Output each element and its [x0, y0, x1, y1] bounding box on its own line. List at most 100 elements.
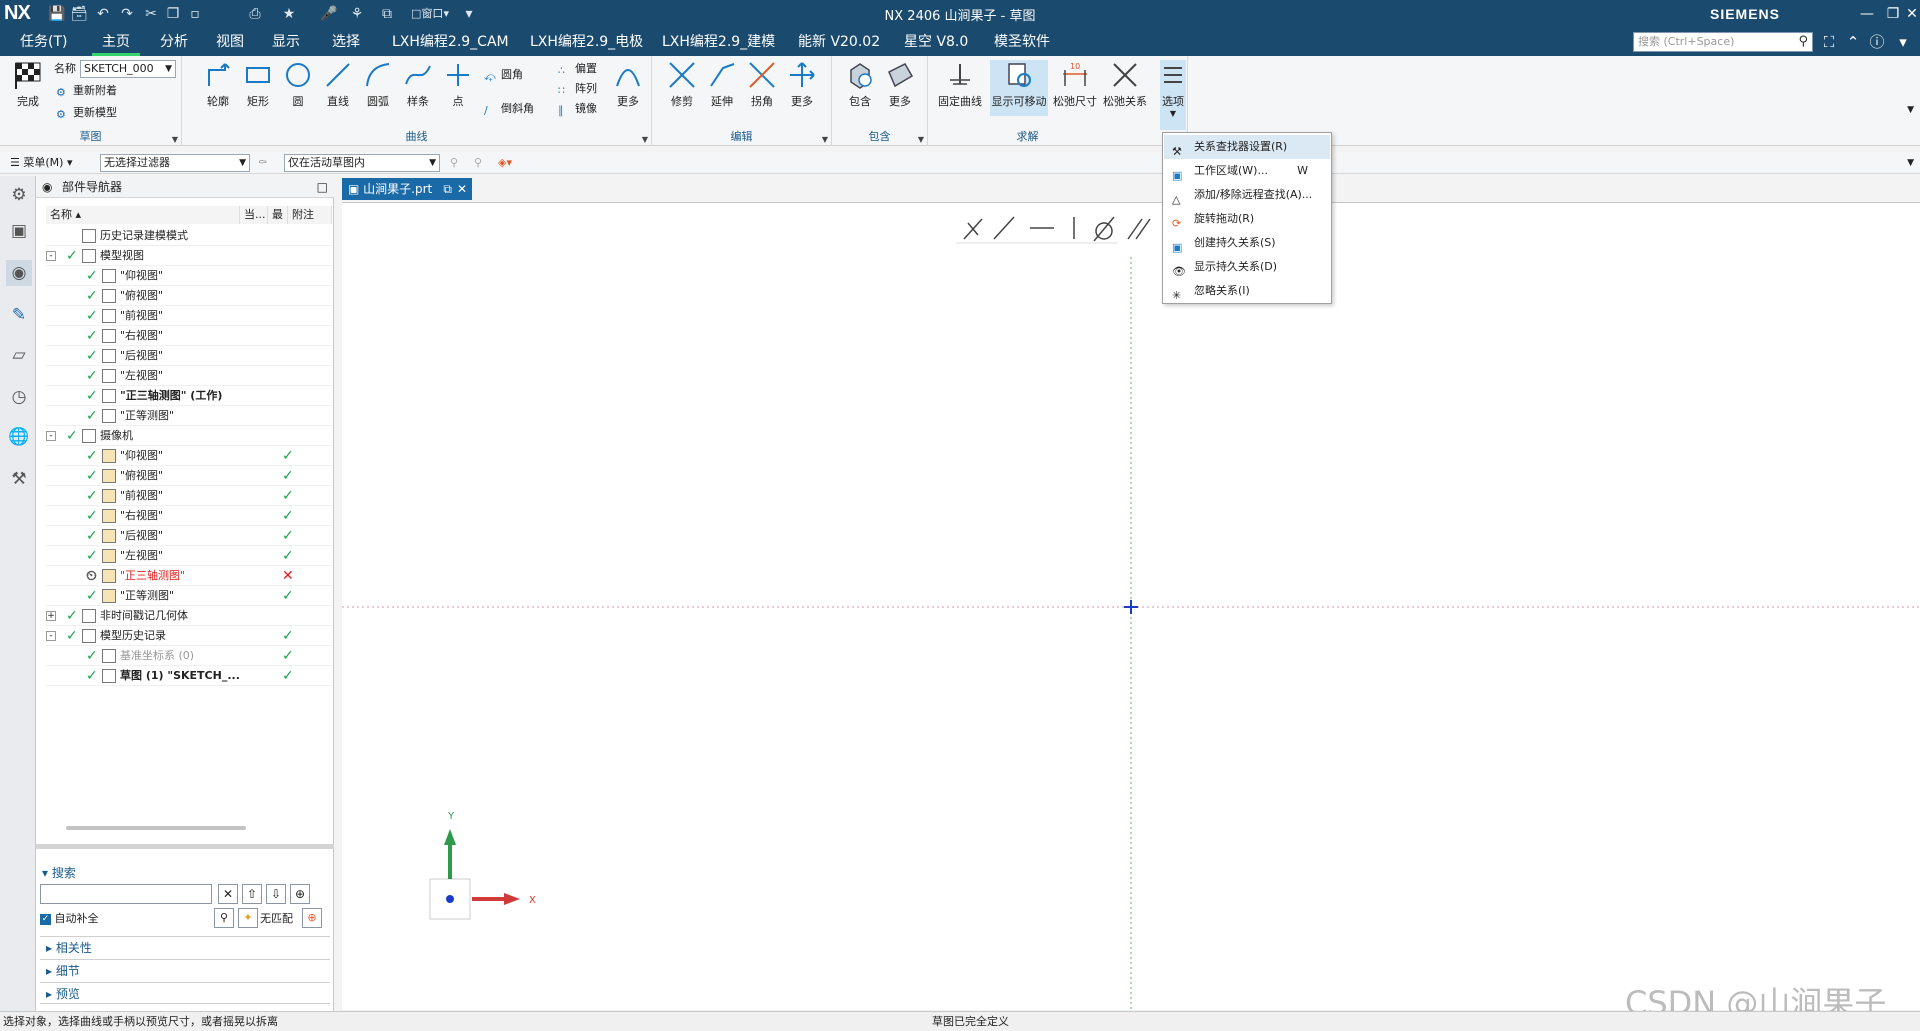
reuse-library-icon[interactable]: ▱	[6, 342, 32, 368]
tree-row[interactable]: ✓ "正等测图" ✓	[46, 586, 332, 606]
section-dependencies[interactable]: ▸ 相关性	[40, 936, 330, 958]
auto-complete-checkbox[interactable]: ✓ 自动补全	[40, 910, 99, 926]
point-on-curve-constraint-icon[interactable]	[993, 216, 1015, 240]
tree-row[interactable]: ✓ "右视图" ✓	[46, 506, 332, 526]
restore-button[interactable]: ❐	[1880, 2, 1906, 26]
column-name-header[interactable]: 名称 ▴	[46, 206, 240, 224]
tree-row[interactable]: + ✓ 非时间戳记几何体	[46, 606, 332, 626]
tree-row[interactable]: ✓ "左视图"	[46, 366, 332, 386]
menu-button[interactable]: ☰ 菜单(M) ▾	[10, 154, 72, 172]
relax-relation-button[interactable]: 松弛关系	[1102, 60, 1148, 116]
tree-row[interactable]: ✓ 草图 (1) "SKETCH_... ✓	[46, 666, 332, 686]
collapse-toggle-icon[interactable]: -	[46, 431, 56, 441]
offset-button[interactable]: ∴ 偏置	[558, 60, 597, 78]
sketch-navigator-icon[interactable]: ✎	[6, 302, 32, 328]
tree-row[interactable]: - ✓ 摄像机	[46, 426, 332, 446]
show-movable-button[interactable]: 显示可移动	[990, 60, 1048, 116]
tree-row[interactable]: ✓ "俯视图"	[46, 286, 332, 306]
tab-lxh-electrode[interactable]: LXH编程2.9_电极	[520, 28, 653, 56]
relax-dimension-button[interactable]: 10 松弛尺寸	[1052, 60, 1098, 116]
tab-home[interactable]: 主页	[92, 28, 140, 56]
tab-xingkong[interactable]: 星空 V8.0	[894, 28, 978, 56]
collapse-toggle-icon[interactable]: -	[46, 251, 56, 261]
locate-icon[interactable]: ⊕	[290, 884, 310, 904]
settings-gear-icon[interactable]: ⚙	[6, 182, 32, 208]
parallel-constraint-icon[interactable]	[1127, 218, 1151, 240]
navigator-search-input[interactable]	[40, 884, 212, 904]
menu-item-relation-finder-settings[interactable]: ⚒ 关系查找器设置(R)	[1164, 135, 1330, 159]
tree-row[interactable]: ⏲ "正三轴测图" ✕	[46, 566, 332, 586]
group-expand-icon[interactable]: ▼	[822, 135, 828, 144]
menu-item-create-persistent-relations[interactable]: ▣ 创建持久关系(S)	[1164, 231, 1330, 255]
column-notes-header[interactable]: 附注	[288, 206, 332, 224]
trim-button[interactable]: 修剪	[662, 60, 702, 116]
fix-curve-button[interactable]: 固定曲线	[936, 60, 984, 116]
ribbon-options-icon[interactable]: ▾	[1892, 32, 1914, 52]
collapse-toggle-icon[interactable]: -	[46, 631, 56, 641]
corner-button[interactable]: 拐角	[742, 60, 782, 116]
part-navigator-icon[interactable]: ◉	[6, 260, 32, 286]
minimize-button[interactable]: —	[1854, 2, 1880, 26]
menu-item-work-region[interactable]: ▣ 工作区域(W)... W	[1164, 159, 1330, 183]
tree-row[interactable]: ✓ 基准坐标系 (0) ✓	[46, 646, 332, 666]
update-model-button[interactable]: ⚙ 更新模型	[56, 104, 117, 122]
tree-row[interactable]: ✓ "仰视图"	[46, 266, 332, 286]
filter-reset-icon[interactable]: ⚰	[258, 154, 267, 172]
group-expand-icon[interactable]: ▼	[172, 135, 178, 144]
fullscreen-icon[interactable]: ⛶	[1818, 32, 1840, 52]
section-details[interactable]: ▸ 细节	[40, 959, 330, 981]
close-tab-icon[interactable]: ✕	[457, 178, 467, 200]
profile-button[interactable]: 轮廓	[198, 60, 238, 116]
type-filter-select[interactable]: 无选择过滤器 ▼	[100, 154, 250, 172]
tree-row[interactable]: - ✓ 模型历史记录 ✓	[46, 626, 332, 646]
find-next-icon[interactable]: ⇩	[266, 884, 286, 904]
help-icon[interactable]: ⓘ	[1866, 32, 1888, 52]
find-previous-icon[interactable]: ⇧	[242, 884, 262, 904]
sketch-name-select[interactable]: SKETCH_000 ▼	[80, 60, 176, 78]
collapse-ribbon-icon[interactable]: ⌃	[1842, 32, 1864, 52]
line-button[interactable]: 直线	[318, 60, 358, 116]
tab-select[interactable]: 选择	[322, 28, 370, 56]
group-expand-icon[interactable]: ▼	[918, 135, 924, 144]
menu-item-rotate-drag[interactable]: ⟳ 旋转拖动(R)	[1164, 207, 1330, 231]
panel-splitter[interactable]	[36, 844, 334, 849]
ribbon-expand-icon[interactable]: ▼	[1907, 105, 1914, 115]
column-current-header[interactable]: 当...	[240, 206, 268, 224]
tab-view[interactable]: 视图	[206, 28, 254, 56]
group-expand-icon[interactable]: ▼	[642, 135, 648, 144]
circle-button[interactable]: 圆	[278, 60, 318, 116]
pattern-button[interactable]: ∷ 阵列	[558, 80, 597, 98]
menu-item-remote-find[interactable]: △ 添加/移除远程查找(A)...	[1164, 183, 1330, 207]
command-search-input[interactable]: 搜索 (Ctrl+Space) ⚲	[1633, 32, 1813, 52]
graphics-window[interactable]: Y X	[342, 202, 1920, 1011]
tree-row[interactable]: ✓ "前视图" ✓	[46, 486, 332, 506]
history-icon[interactable]: ◷	[6, 384, 32, 410]
menu-item-ignore-relations[interactable]: ✳ 忽略关系(I)	[1164, 279, 1330, 303]
close-button[interactable]: ✕	[1904, 2, 1920, 26]
tab-nengxin[interactable]: 能新 V20.02	[788, 28, 890, 56]
maximize-icon[interactable]: □	[317, 176, 328, 198]
tangent-constraint-icon[interactable]	[1093, 216, 1115, 242]
fillet-button[interactable]: ⤽ 圆角	[484, 66, 523, 84]
filter-bar-options-icon[interactable]: ▼	[1907, 154, 1914, 172]
tab-task[interactable]: 任务(T)	[10, 28, 77, 56]
tab-analysis[interactable]: 分析	[150, 28, 198, 56]
options-button[interactable]: 选项 ▼	[1160, 60, 1186, 130]
chamfer-button[interactable]: ∕ 倒斜角	[484, 100, 534, 118]
coincident-constraint-icon[interactable]	[963, 218, 983, 240]
tree-horizontal-scrollbar[interactable]	[66, 826, 246, 830]
tree-row[interactable]: ✓ "前视图"	[46, 306, 332, 326]
point-button[interactable]: 点	[438, 60, 478, 116]
tree-row[interactable]: ✓ "正等测图"	[46, 406, 332, 426]
expand-toggle-icon[interactable]: +	[46, 611, 56, 621]
menu-item-show-persistent-relations[interactable]: 👁 显示持久关系(D)	[1164, 255, 1330, 279]
tab-moshen[interactable]: 模圣软件	[984, 28, 1060, 56]
edit-more-button[interactable]: 更多	[782, 60, 822, 116]
tree-row[interactable]: ✓ "左视图" ✓	[46, 546, 332, 566]
extend-button[interactable]: 延伸	[702, 60, 742, 116]
search-icon[interactable]: ⚲	[1798, 33, 1808, 51]
web-browser-icon[interactable]: 🌐	[6, 424, 32, 450]
wildcard-icon[interactable]: ✦	[238, 908, 258, 928]
include-button[interactable]: 包含	[840, 60, 880, 116]
curve-more-button[interactable]: 更多	[608, 60, 648, 116]
